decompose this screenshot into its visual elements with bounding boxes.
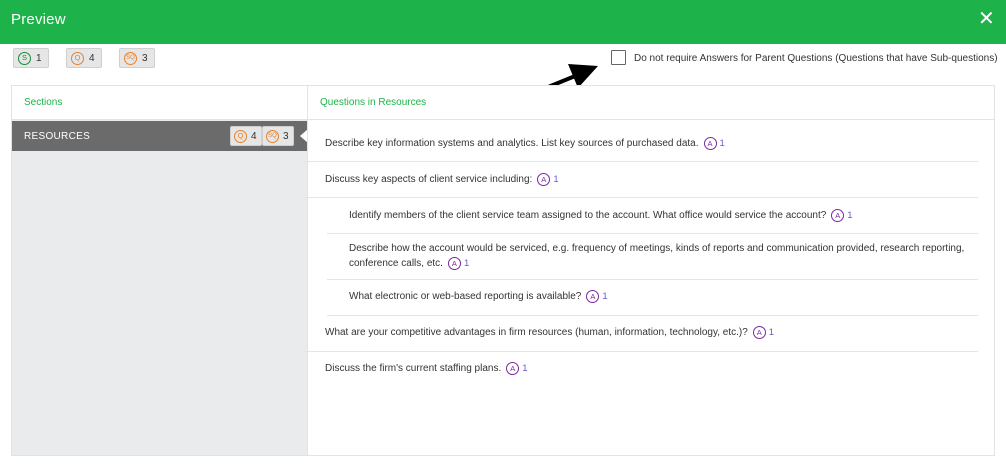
answer-count: 1 [602,291,608,302]
answer-icon: A [831,209,845,222]
section-subquestions-count: 3 [283,130,289,142]
questions-count-badge: Q 4 [66,48,102,68]
questions-heading: Questions in Resources [320,97,427,108]
subquestion-row: Identify members of the client service t… [327,198,978,234]
answer-icon: A [752,326,766,339]
answer-count: 1 [522,363,528,374]
sidebar-item-label: RESOURCES [24,131,91,142]
answer-badge[interactable]: A1 [752,325,775,340]
section-questions-badge: Q 4 [230,126,262,146]
parent-answers-option [611,50,626,65]
question-row: What are your competitive advantages in … [303,316,978,352]
answer-icon: A [537,173,551,186]
question-text: Describe how the account would be servic… [349,243,965,254]
sections-count: 1 [36,52,42,64]
answer-count: 1 [719,138,725,149]
question-text: Discuss the firm's current staffing plan… [325,363,502,375]
subquestion-icon: SQ [266,129,279,143]
questions-header: Questions in Resources [308,86,994,120]
section-subquestions-badge: SQ 3 [262,126,294,146]
question-icon: Q [71,51,84,65]
answer-icon: A [447,257,461,270]
sections-header: Sections [12,86,307,120]
question-row: Discuss the firm's current staffing plan… [303,352,978,386]
modal-title: Preview [11,11,66,28]
question-row: Describe key information systems and ana… [303,126,978,162]
answer-icon: A [506,362,520,375]
subquestion-row: What electronic or web-based reporting i… [327,280,978,316]
question-icon: Q [234,129,247,143]
answer-badge[interactable]: A1 [506,361,528,376]
answer-badge[interactable]: A1 [447,256,470,271]
question-text: What electronic or web-based reporting i… [349,291,582,303]
answer-icon: A [703,137,717,150]
subquestions-count-badge: SQ 3 [119,48,155,68]
section-questions-count: 4 [251,130,257,142]
sections-count-badge: S 1 [13,48,49,68]
sections-sidebar: Sections RESOURCES Q 4 SQ 3 [12,86,307,455]
question-text-continued: conference calls, etc. [349,258,443,270]
subquestions-count: 3 [142,52,148,64]
question-text: Identify members of the client service t… [349,210,827,222]
answer-icon: A [586,290,600,303]
modal-header: Preview ✕ [0,0,1006,44]
section-icon: S [18,51,31,65]
subquestion-icon: SQ [124,51,137,65]
answer-count: 1 [553,174,559,185]
sidebar-item-resources[interactable]: RESOURCES Q 4 SQ 3 [12,121,307,151]
parent-answers-checkbox[interactable] [611,50,626,65]
answer-count: 1 [847,210,853,221]
question-text: What are your competitive advantages in … [325,327,748,339]
parent-answers-label[interactable]: Do not require Answers for Parent Questi… [634,53,998,64]
answer-badge[interactable]: A1 [537,172,559,187]
answer-badge[interactable]: A1 [831,208,853,223]
question-text: Discuss key aspects of client service in… [325,174,533,186]
answer-badge[interactable]: A1 [586,289,608,304]
question-row: Discuss key aspects of client service in… [303,162,978,198]
answer-badge[interactable]: A1 [703,136,725,151]
answer-count: 1 [463,258,470,269]
answer-count: 1 [768,327,775,338]
sections-heading: Sections [24,97,63,108]
questions-count: 4 [89,52,95,64]
close-icon[interactable]: ✕ [978,9,995,29]
subquestion-row: Describe how the account would be servic… [327,234,978,280]
question-text: Describe key information systems and ana… [325,138,699,150]
